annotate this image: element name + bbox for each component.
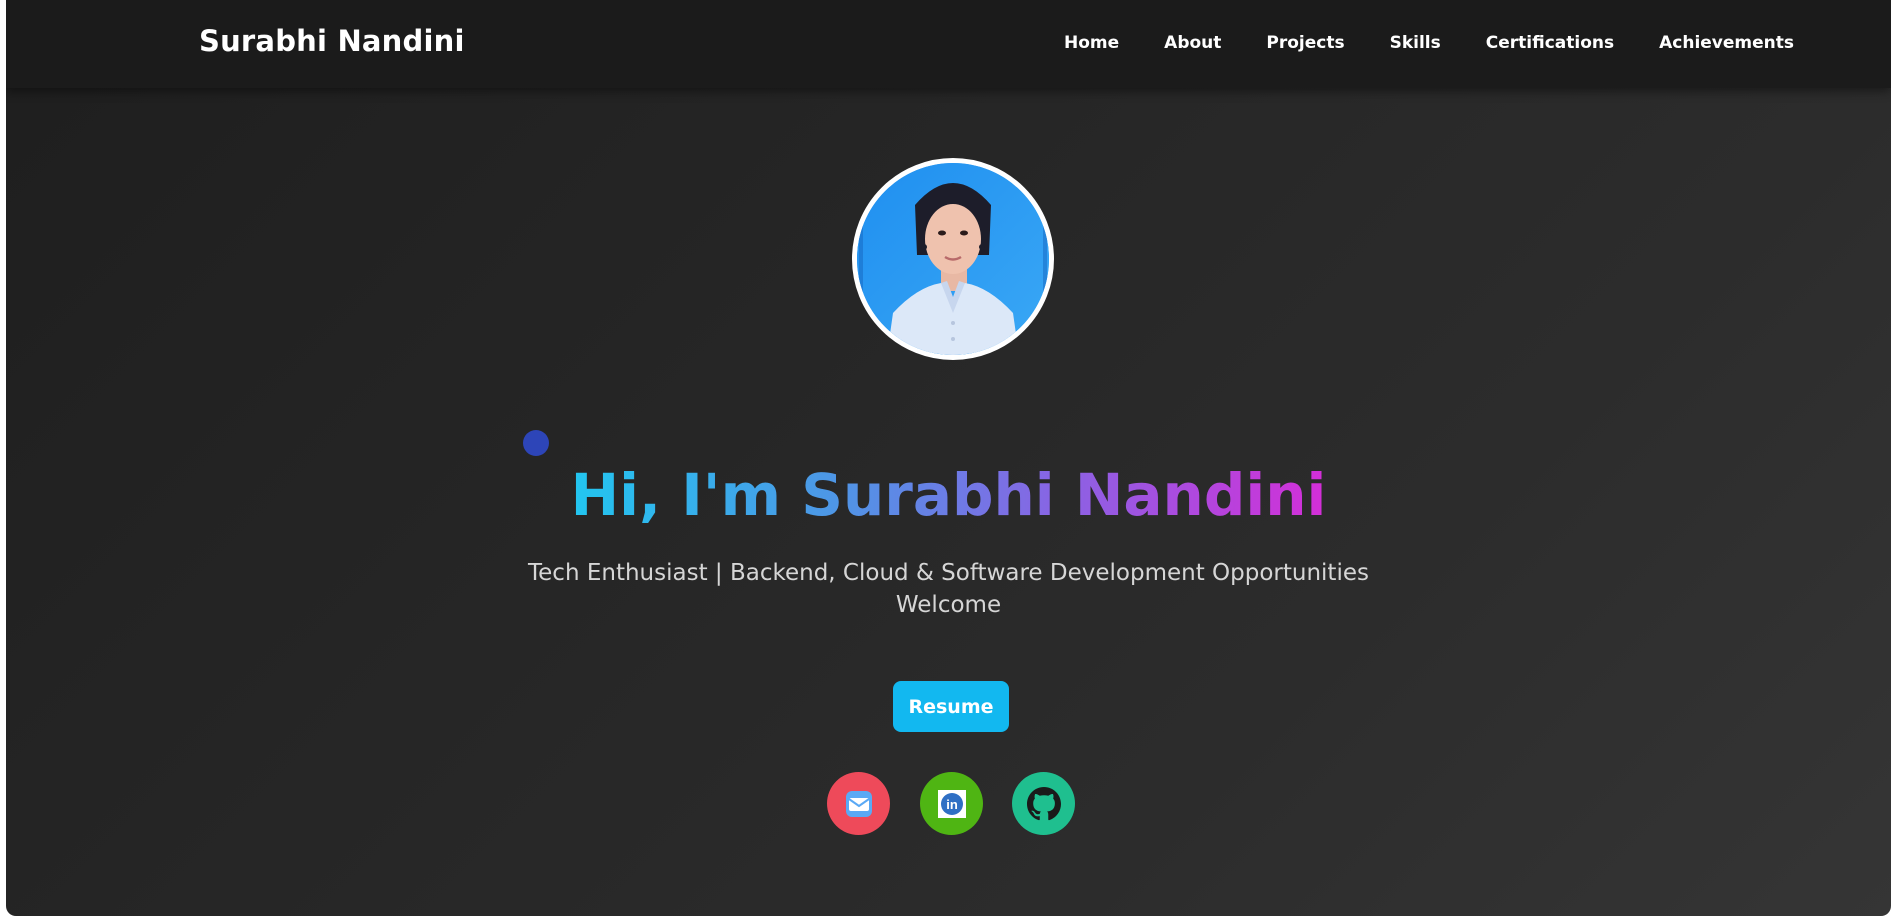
nav-link-projects[interactable]: Projects bbox=[1266, 33, 1344, 53]
navbar: Surabhi Nandini Home About Projects Skil… bbox=[6, 0, 1891, 88]
nav-link-skills[interactable]: Skills bbox=[1390, 33, 1441, 53]
github-icon bbox=[1026, 786, 1061, 820]
page-frame: Surabhi Nandini Home About Projects Skil… bbox=[6, 0, 1891, 916]
subtitle-line-1: Tech Enthusiast | Backend, Cloud & Softw… bbox=[528, 560, 1369, 586]
nav-menu: Home About Projects Skills Certification… bbox=[1064, 33, 1794, 53]
svg-text:in: in bbox=[946, 797, 958, 812]
cursor-dot bbox=[523, 430, 549, 456]
hero-title-text: Hi, I'm Surabhi Nandini bbox=[570, 461, 1327, 529]
linkedin-link[interactable]: in bbox=[920, 772, 983, 835]
mail-icon bbox=[845, 790, 872, 817]
resume-button[interactable]: Resume bbox=[893, 681, 1009, 732]
hero-subtitle: Tech Enthusiast | Backend, Cloud & Softw… bbox=[6, 557, 1891, 621]
subtitle-line-2: Welcome bbox=[895, 592, 1002, 618]
hero-title: Hi, I'm Surabhi Nandini bbox=[6, 458, 1891, 532]
github-link[interactable] bbox=[1012, 772, 1075, 835]
brand-logo[interactable]: Surabhi Nandini bbox=[199, 24, 465, 58]
nav-link-achievements[interactable]: Achievements bbox=[1659, 33, 1794, 53]
nav-link-about[interactable]: About bbox=[1164, 33, 1221, 53]
nav-link-home[interactable]: Home bbox=[1064, 33, 1119, 53]
profile-avatar bbox=[852, 158, 1054, 360]
profile-photo bbox=[857, 163, 1049, 355]
linkedin-icon: in bbox=[937, 789, 966, 818]
email-link[interactable] bbox=[827, 772, 890, 835]
nav-link-certifications[interactable]: Certifications bbox=[1486, 33, 1614, 53]
